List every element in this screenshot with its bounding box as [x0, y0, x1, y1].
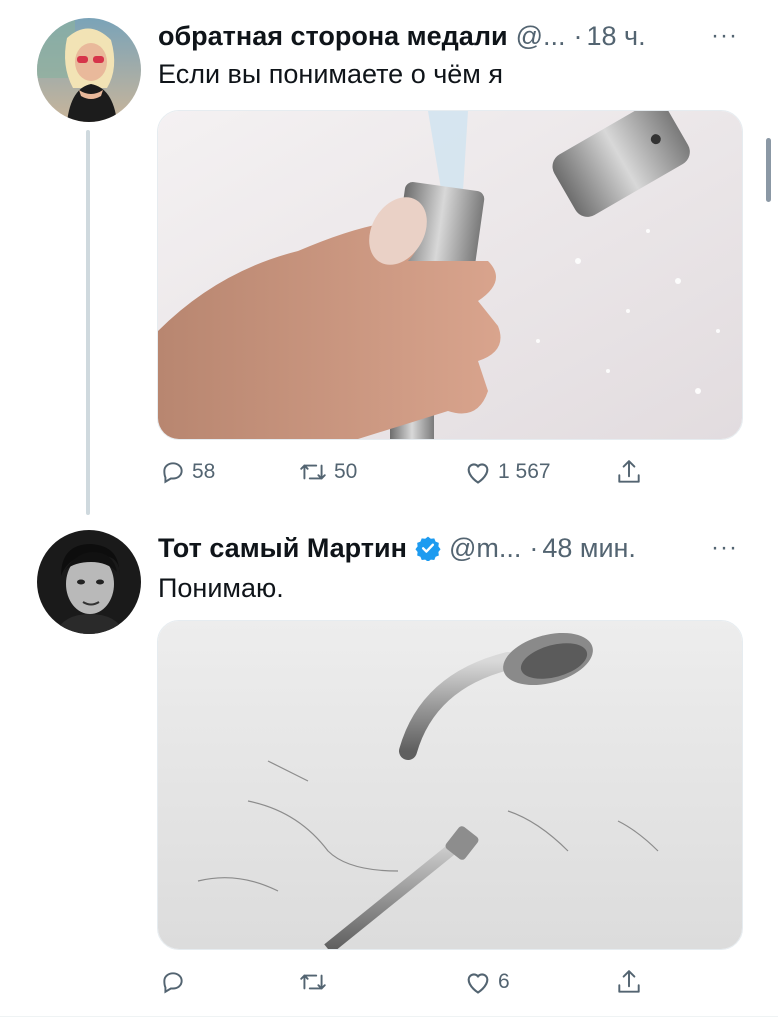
tweet-text: Если вы понимаете о чём я	[158, 59, 503, 89]
tweet-header: Тот самый Мартин @m... · 48 мин. ···	[158, 528, 738, 568]
tweet[interactable]: Тот самый Мартин @m... · 48 мин. ··· Пон…	[0, 520, 778, 1020]
tweet[interactable]: обратная сторона медали @... · 18 ч. ···…	[0, 0, 778, 520]
tweet-photo[interactable]	[157, 110, 743, 440]
share-icon	[618, 460, 640, 483]
tweet-photo[interactable]	[157, 620, 743, 950]
timestamp[interactable]: 48 мин.	[542, 528, 636, 568]
reply-icon	[163, 462, 183, 484]
separator-dot: ·	[573, 21, 583, 51]
like-count: 1 567	[498, 460, 551, 483]
author-handle[interactable]: @...	[516, 16, 566, 56]
like-icon	[467, 463, 489, 484]
divider	[0, 1016, 778, 1017]
avatar[interactable]	[37, 530, 141, 634]
like-button[interactable]: 6	[464, 962, 510, 1002]
timestamp[interactable]: 18 ч.	[587, 16, 646, 56]
tweet-actions: 58 50 1 567	[158, 452, 658, 492]
scrollbar[interactable]	[766, 138, 771, 202]
like-count: 6	[498, 970, 510, 993]
author-name[interactable]: обратная сторона медали	[158, 16, 508, 56]
separator-dot: ·	[529, 533, 539, 563]
reply-count: 58	[192, 460, 216, 483]
retweet-button[interactable]: 50	[298, 452, 357, 492]
more-options-button[interactable]: ···	[711, 528, 738, 568]
retweet-count: 50	[334, 460, 358, 483]
tweet-text: Понимаю.	[158, 573, 284, 603]
retweet-icon	[300, 464, 326, 480]
tweet-actions: 6	[158, 962, 658, 1002]
share-icon	[618, 970, 640, 993]
retweet-icon	[300, 974, 326, 990]
share-button[interactable]	[616, 452, 642, 492]
author-handle[interactable]: @m...	[449, 528, 521, 568]
reply-button[interactable]: 58	[160, 452, 215, 492]
verified-badge-icon	[415, 532, 441, 562]
reply-button[interactable]	[160, 962, 192, 1002]
tweet-header: обратная сторона медали @... · 18 ч. ···	[158, 16, 738, 56]
reply-icon	[163, 972, 183, 994]
avatar[interactable]	[37, 18, 141, 122]
timeline: обратная сторона медали @... · 18 ч. ···…	[0, 0, 778, 1024]
retweet-button[interactable]	[298, 962, 334, 1002]
author-name[interactable]: Тот самый Мартин	[158, 528, 407, 568]
like-icon	[467, 973, 489, 994]
more-options-button[interactable]: ···	[711, 16, 738, 56]
like-button[interactable]: 1 567	[464, 452, 551, 492]
share-button[interactable]	[616, 962, 642, 1002]
